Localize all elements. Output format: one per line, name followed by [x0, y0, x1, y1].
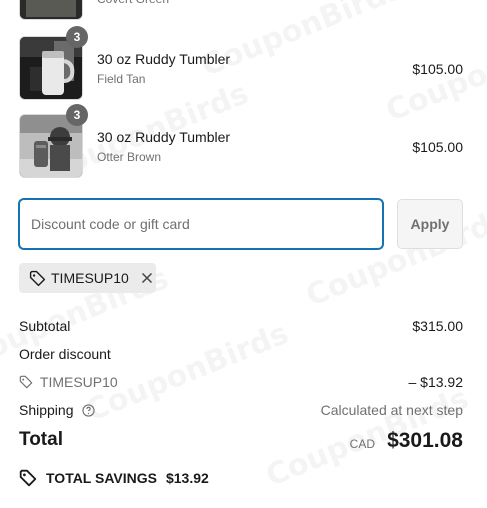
discount-value: – $13.92: [408, 374, 464, 390]
total-label: Total: [19, 429, 63, 450]
quantity-badge: 3: [66, 26, 88, 48]
tag-icon: [19, 375, 33, 392]
total-row: Total CAD $301.08: [19, 429, 463, 459]
subtotal-value: $315.00: [412, 318, 463, 334]
cart-item: 3 30 oz Ruddy Tumbler Otter Brown $105.0…: [19, 104, 463, 178]
item-variant: Otter Brown: [97, 150, 162, 164]
close-icon[interactable]: [141, 272, 153, 284]
item-name: 30 oz Ruddy Tumbler: [97, 51, 231, 67]
total-savings: TOTAL SAVINGS $13.92: [19, 469, 209, 487]
shipping-row: Shipping Calculated at next step: [19, 402, 463, 420]
apply-button[interactable]: Apply: [397, 199, 463, 249]
savings-tag-icon: [19, 469, 37, 487]
item-price: $105.00: [412, 61, 463, 77]
shipping-label: Shipping: [19, 402, 74, 418]
currency-code: CAD: [349, 437, 375, 451]
cart-item: 3 30 oz Ruddy Tumbler Field Tan $105.00: [19, 26, 463, 100]
savings-value: $13.92: [165, 470, 209, 486]
quantity-badge: 3: [66, 104, 88, 126]
order-discount-row: Order discount: [19, 346, 463, 362]
item-variant: Field Tan: [97, 72, 146, 86]
item-name: 30 oz Ruddy Tumbler: [97, 129, 231, 145]
applied-code-label: TIMESUP10: [51, 270, 129, 286]
discount-code-label: TIMESUP10: [39, 374, 118, 390]
subtotal-row: Subtotal $315.00: [19, 318, 463, 334]
discount-code-row: TIMESUP10 – $13.92: [19, 374, 463, 392]
order-discount-label: Order discount: [19, 346, 111, 362]
discount-code-input[interactable]: [19, 199, 383, 249]
applied-discount-chip: TIMESUP10: [19, 263, 156, 293]
subtotal-label: Subtotal: [19, 318, 71, 334]
total-amount: $301.08: [387, 429, 463, 452]
item-variant: Covert Green: [97, 0, 169, 6]
savings-label: TOTAL SAVINGS: [46, 470, 157, 486]
cart-item: Covert Green: [19, 0, 463, 20]
item-price: $105.00: [412, 139, 463, 155]
tag-icon: [29, 270, 46, 287]
product-image: [19, 0, 83, 20]
shipping-value: Calculated at next step: [320, 402, 463, 418]
help-circle-icon[interactable]: [82, 404, 96, 420]
